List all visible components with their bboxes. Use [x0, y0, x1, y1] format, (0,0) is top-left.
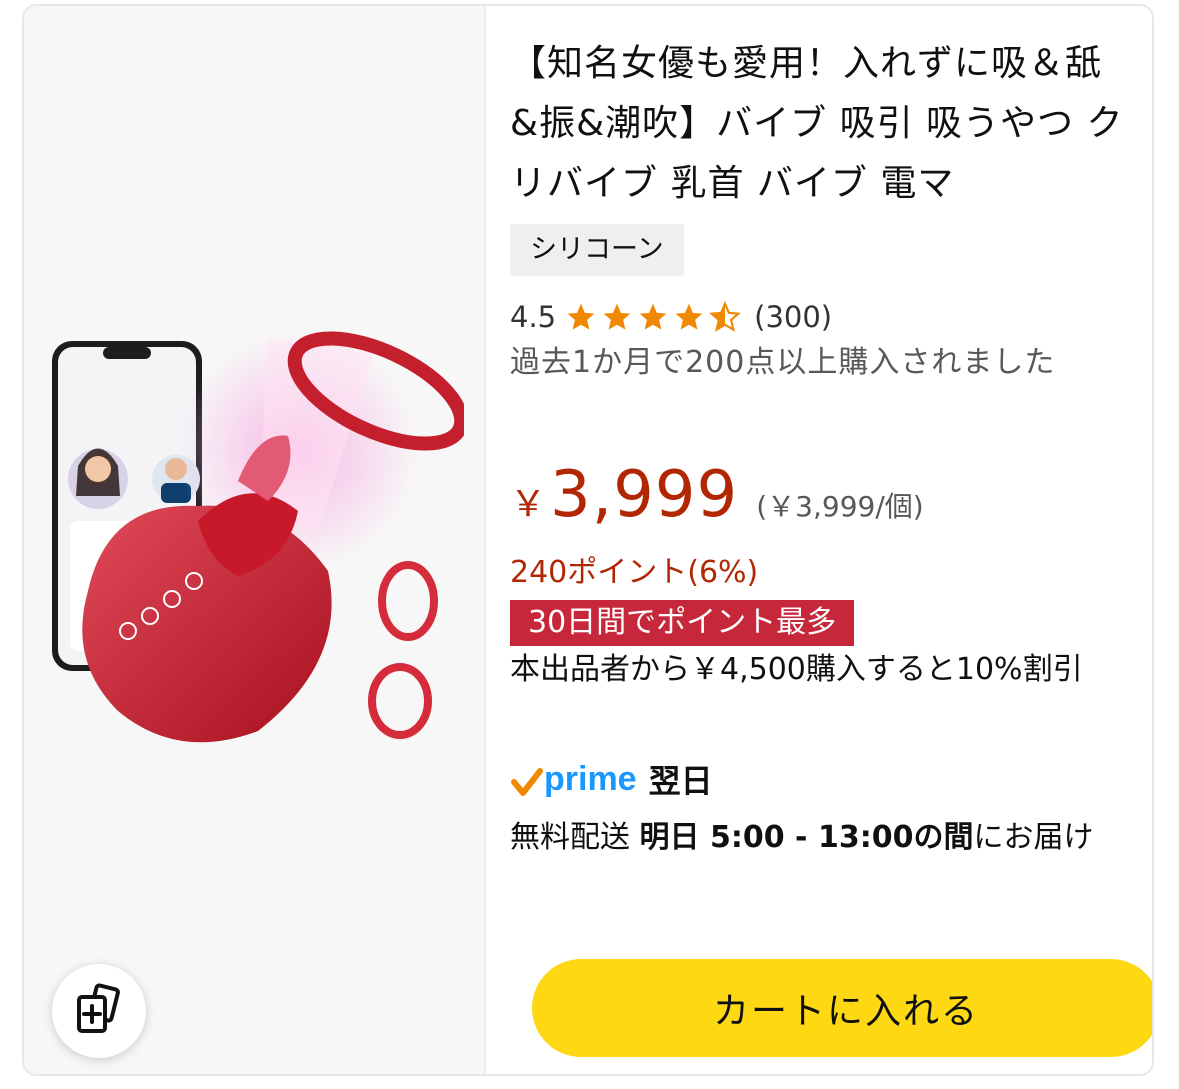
price: ￥ 3,999 (￥3,999/個) [510, 458, 924, 548]
price-amount: 3,999 [550, 458, 739, 532]
rating-row[interactable]: 4.5 (300) [510, 292, 832, 342]
add-to-cart-button[interactable]: カートに入れる [532, 959, 1152, 1057]
prime-check-icon [511, 768, 543, 796]
product-image-panel[interactable] [24, 6, 486, 1074]
seller-discount: 本出品者から￥4,500購入すると10%割引 [510, 652, 1083, 687]
bought-past-month: 過去1か月で200点以上購入されました [510, 345, 1056, 380]
star-rating [564, 301, 744, 333]
product-card[interactable]: 【知名女優も愛用！入れずに吸＆舐&振&潮吹】バイブ 吸引 吸うやつ クリバイブ … [22, 4, 1154, 1076]
prime-logo: prime [510, 759, 637, 799]
delivery-prefix: 無料配送 [510, 820, 640, 855]
star-full-icon [567, 303, 595, 330]
prime-delivery-row: prime 翌日 [510, 754, 713, 804]
delivery-date: 明日 5:00 - 13:00の間 [639, 820, 974, 855]
points-earned: 240ポイント(6%) [510, 555, 759, 590]
star-full-icon [639, 303, 667, 330]
price-currency-symbol: ￥ [510, 484, 547, 525]
prime-logo-text: prime [544, 760, 637, 798]
add-to-compare-button[interactable] [52, 964, 146, 1058]
star-full-icon [603, 303, 631, 330]
product-image [52, 331, 464, 743]
delivery-info: 無料配送 明日 5:00 - 13:00の間にお届け [510, 814, 1140, 862]
add-to-compare-icon [77, 983, 120, 1033]
star-full-icon [675, 303, 703, 330]
rating-score: 4.5 [510, 300, 557, 334]
variant-badge: シリコーン [510, 224, 684, 276]
product-title[interactable]: 【知名女優も愛用！入れずに吸＆舐&振&潮吹】バイブ 吸引 吸うやつ クリバイブ … [510, 34, 1125, 214]
unit-price: (￥3,999/個) [756, 490, 924, 523]
points-badge: 30日間でポイント最多 [510, 600, 855, 646]
delivery-suffix: にお届け [973, 820, 1094, 855]
prime-delivery-speed: 翌日 [648, 762, 713, 800]
star-half-icon [709, 301, 742, 332]
rating-count[interactable]: (300) [754, 300, 832, 334]
